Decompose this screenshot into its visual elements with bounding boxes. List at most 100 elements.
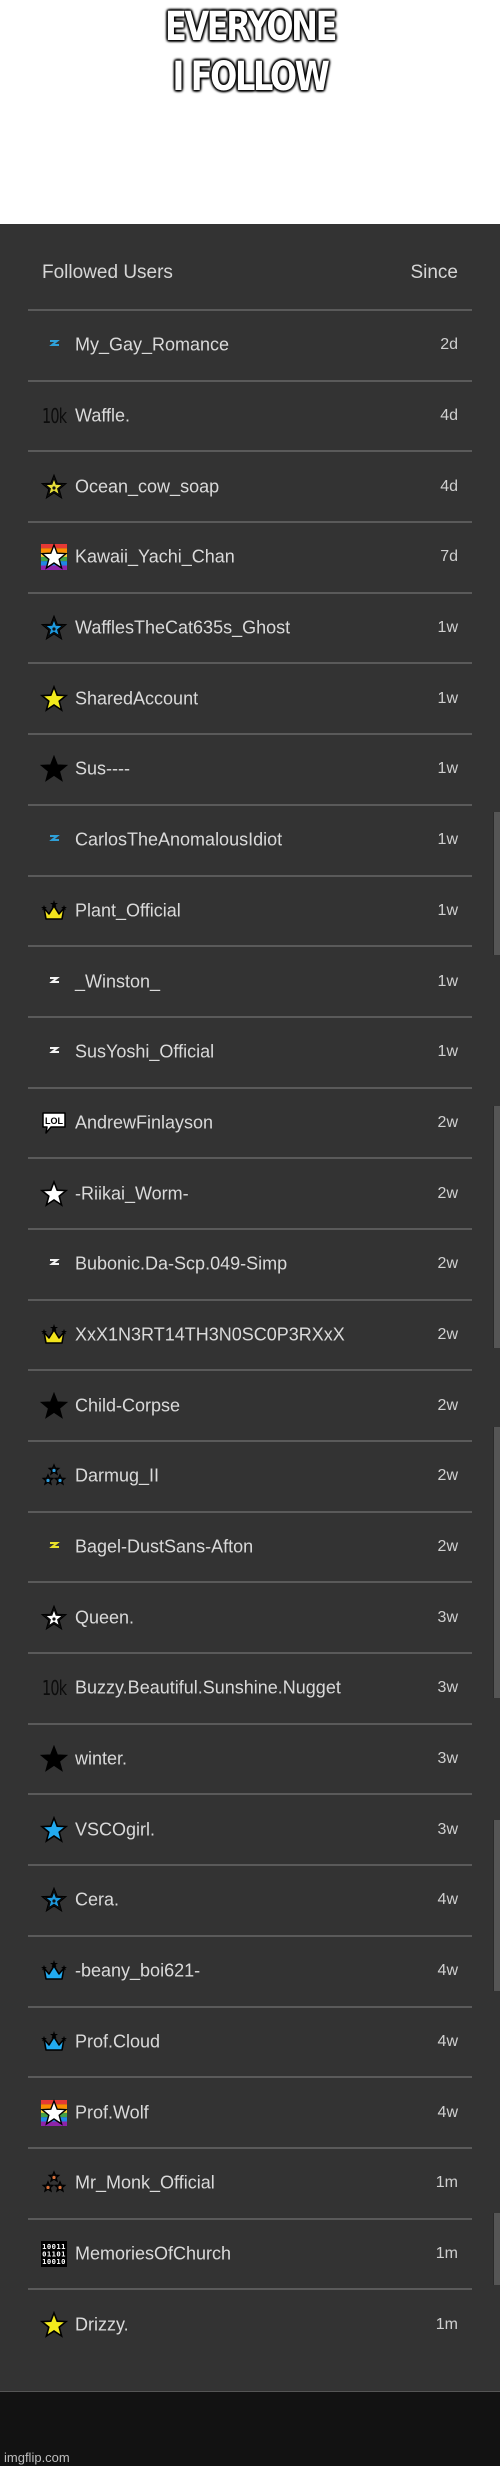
user-row[interactable]: Plant_Official 1w bbox=[28, 874, 472, 946]
triple-star-icon bbox=[40, 2169, 68, 2197]
user-row[interactable]: 10011 01101 10010 MemoriesOfChurch 1m bbox=[28, 2217, 472, 2289]
user-row[interactable]: SusYoshi_Official 1w bbox=[28, 1015, 472, 1087]
username-link[interactable]: Queen. bbox=[75, 1607, 134, 1628]
star-icon bbox=[40, 1745, 68, 1773]
follow-since: 1w bbox=[437, 972, 458, 990]
follow-since: 4w bbox=[437, 1962, 458, 1980]
username-link[interactable]: XxX1N3RT14TH3N0SC0P3RXxX bbox=[75, 1324, 345, 1345]
user-row[interactable]: Darmug_II 2w bbox=[28, 1440, 472, 1511]
username-link[interactable]: Sus---- bbox=[75, 759, 130, 780]
scrollbar-thumb[interactable] bbox=[493, 1820, 500, 1991]
username-link[interactable]: Darmug_II bbox=[75, 1466, 159, 1487]
follow-since: 4d bbox=[440, 407, 458, 425]
scrollbar-thumb[interactable] bbox=[493, 2213, 500, 2285]
user-row[interactable]: Bubonic.Da-Scp.049-Simp 2w bbox=[28, 1227, 472, 1299]
footer-bar: imgflip.com bbox=[0, 2391, 500, 2466]
username-link[interactable]: winter. bbox=[75, 1749, 127, 1770]
user-row[interactable]: -Riikai_Worm- 2w bbox=[28, 1157, 472, 1228]
10k-label: 10k bbox=[41, 1676, 67, 1701]
follow-since: 4w bbox=[437, 1891, 458, 1909]
follow-since: 1w bbox=[437, 619, 458, 637]
user-row[interactable]: 10k Waffle. 4d bbox=[28, 379, 472, 451]
lol-bubble-icon: LOL bbox=[40, 1109, 68, 1137]
crown-icon bbox=[40, 1957, 68, 1985]
user-row[interactable]: CarlosTheAnomalousIdiot 1w bbox=[28, 803, 472, 875]
bolt-icon bbox=[40, 331, 68, 359]
star-icon bbox=[40, 684, 68, 713]
user-row[interactable]: Child-Corpse 2w bbox=[28, 1369, 472, 1440]
scrollbar-thumb[interactable] bbox=[493, 1106, 500, 1348]
10k-label: 10k bbox=[41, 404, 67, 429]
user-row[interactable]: XxX1N3RT14TH3N0SC0P3RXxX 2w bbox=[28, 1298, 472, 1370]
username-link[interactable]: SharedAccount bbox=[75, 688, 198, 709]
caption-line: I FOLLOW bbox=[172, 54, 329, 100]
username-link[interactable]: Cera. bbox=[75, 1890, 119, 1911]
follow-since: 3w bbox=[437, 1679, 458, 1697]
bolt-icon bbox=[40, 1038, 68, 1066]
svg-text:10010: 10010 bbox=[42, 2257, 66, 2266]
svg-text:LOL: LOL bbox=[45, 1116, 63, 1126]
username-link[interactable]: Prof.Wolf bbox=[75, 2102, 149, 2123]
username-link[interactable]: Bubonic.Da-Scp.049-Simp bbox=[75, 1254, 287, 1275]
user-row[interactable]: Sus---- 1w bbox=[28, 733, 472, 804]
user-row[interactable]: Mr_Monk_Official 1m bbox=[28, 2146, 472, 2218]
table-header: Followed Users Since bbox=[28, 224, 472, 309]
user-row[interactable]: Cera. 4w bbox=[28, 1864, 472, 1935]
follow-since: 1m bbox=[435, 2244, 458, 2262]
user-row[interactable]: Prof.Cloud 4w bbox=[28, 2005, 472, 2077]
user-row[interactable]: Bagel-DustSans-Afton 2w bbox=[28, 1510, 472, 1582]
user-row[interactable]: Prof.Wolf 4w bbox=[28, 2076, 472, 2147]
crown-icon bbox=[40, 2028, 68, 2056]
followed-users-list: My_Gay_Romance 2d 10k Waffle. 4d Ocean_cow_so… bbox=[28, 309, 472, 2359]
watermark: imgflip.com bbox=[4, 2450, 70, 2465]
follow-since: 3w bbox=[437, 1608, 458, 1626]
user-row[interactable]: WafflesTheCat635s_Ghost 1w bbox=[28, 591, 472, 663]
username-link[interactable]: -Riikai_Worm- bbox=[75, 1183, 189, 1204]
bolt-icon bbox=[40, 826, 68, 854]
follow-since: 1m bbox=[435, 2174, 458, 2192]
user-row[interactable]: Drizzy. 1m bbox=[28, 2288, 472, 2359]
username-link[interactable]: Plant_Official bbox=[75, 900, 181, 921]
username-link[interactable]: Drizzy. bbox=[75, 2314, 129, 2335]
user-row[interactable]: VSCOgirl. 3w bbox=[28, 1793, 472, 1864]
star-outline-icon bbox=[40, 1604, 68, 1632]
username-link[interactable]: VSCOgirl. bbox=[75, 1819, 155, 1840]
username-link[interactable]: My_Gay_Romance bbox=[75, 335, 229, 356]
user-row[interactable]: Kawaii_Yachi_Chan 7d bbox=[28, 521, 472, 592]
star-icon bbox=[40, 1179, 68, 1208]
scrollbar-thumb[interactable] bbox=[493, 812, 500, 955]
user-row[interactable]: 10k Buzzy.Beautiful.Sunshine.Nugget 3w bbox=[28, 1652, 472, 1723]
username-link[interactable]: Kawaii_Yachi_Chan bbox=[75, 547, 235, 568]
username-link[interactable]: WafflesTheCat635s_Ghost bbox=[75, 618, 290, 639]
user-row[interactable]: SharedAccount 1w bbox=[28, 662, 472, 733]
username-link[interactable]: Ocean_cow_soap bbox=[75, 476, 219, 497]
user-row[interactable]: LOL AndrewFinlayson 2w bbox=[28, 1086, 472, 1158]
user-row[interactable]: -beany_boi621- 4w bbox=[28, 1934, 472, 2006]
follow-since: 7d bbox=[440, 548, 458, 566]
column-header-since: Since bbox=[410, 262, 458, 283]
follow-since: 2d bbox=[440, 336, 458, 354]
rainbow-star-icon bbox=[40, 2098, 68, 2127]
username-link[interactable]: Bagel-DustSans-Afton bbox=[75, 1537, 253, 1558]
username-link[interactable]: -beany_boi621- bbox=[75, 1961, 200, 1982]
username-link[interactable]: MemoriesOfChurch bbox=[75, 2243, 231, 2264]
username-link[interactable]: Waffle. bbox=[75, 406, 130, 427]
username-link[interactable]: AndrewFinlayson bbox=[75, 1112, 213, 1133]
user-row[interactable]: winter. 3w bbox=[28, 1722, 472, 1794]
username-link[interactable]: Mr_Monk_Official bbox=[75, 2173, 215, 2194]
follow-since: 2w bbox=[437, 1325, 458, 1343]
username-link[interactable]: CarlosTheAnomalousIdiot bbox=[75, 830, 282, 851]
user-row[interactable]: Queen. 3w bbox=[28, 1581, 472, 1652]
user-row[interactable]: My_Gay_Romance 2d bbox=[28, 309, 472, 380]
follow-since: 2w bbox=[437, 1538, 458, 1556]
star-icon bbox=[40, 1391, 68, 1420]
user-row[interactable]: Ocean_cow_soap 4d bbox=[28, 450, 472, 521]
username-link[interactable]: Prof.Cloud bbox=[75, 2031, 160, 2052]
follow-since: 1w bbox=[437, 901, 458, 919]
username-link[interactable]: SusYoshi_Official bbox=[75, 1042, 214, 1063]
scrollbar-thumb[interactable] bbox=[493, 1427, 500, 1698]
username-link[interactable]: Child-Corpse bbox=[75, 1395, 180, 1416]
user-row[interactable]: _Winston_ 1w bbox=[28, 945, 472, 1016]
username-link[interactable]: _Winston_ bbox=[75, 971, 160, 992]
username-link[interactable]: Buzzy.Beautiful.Sunshine.Nugget bbox=[75, 1678, 341, 1699]
